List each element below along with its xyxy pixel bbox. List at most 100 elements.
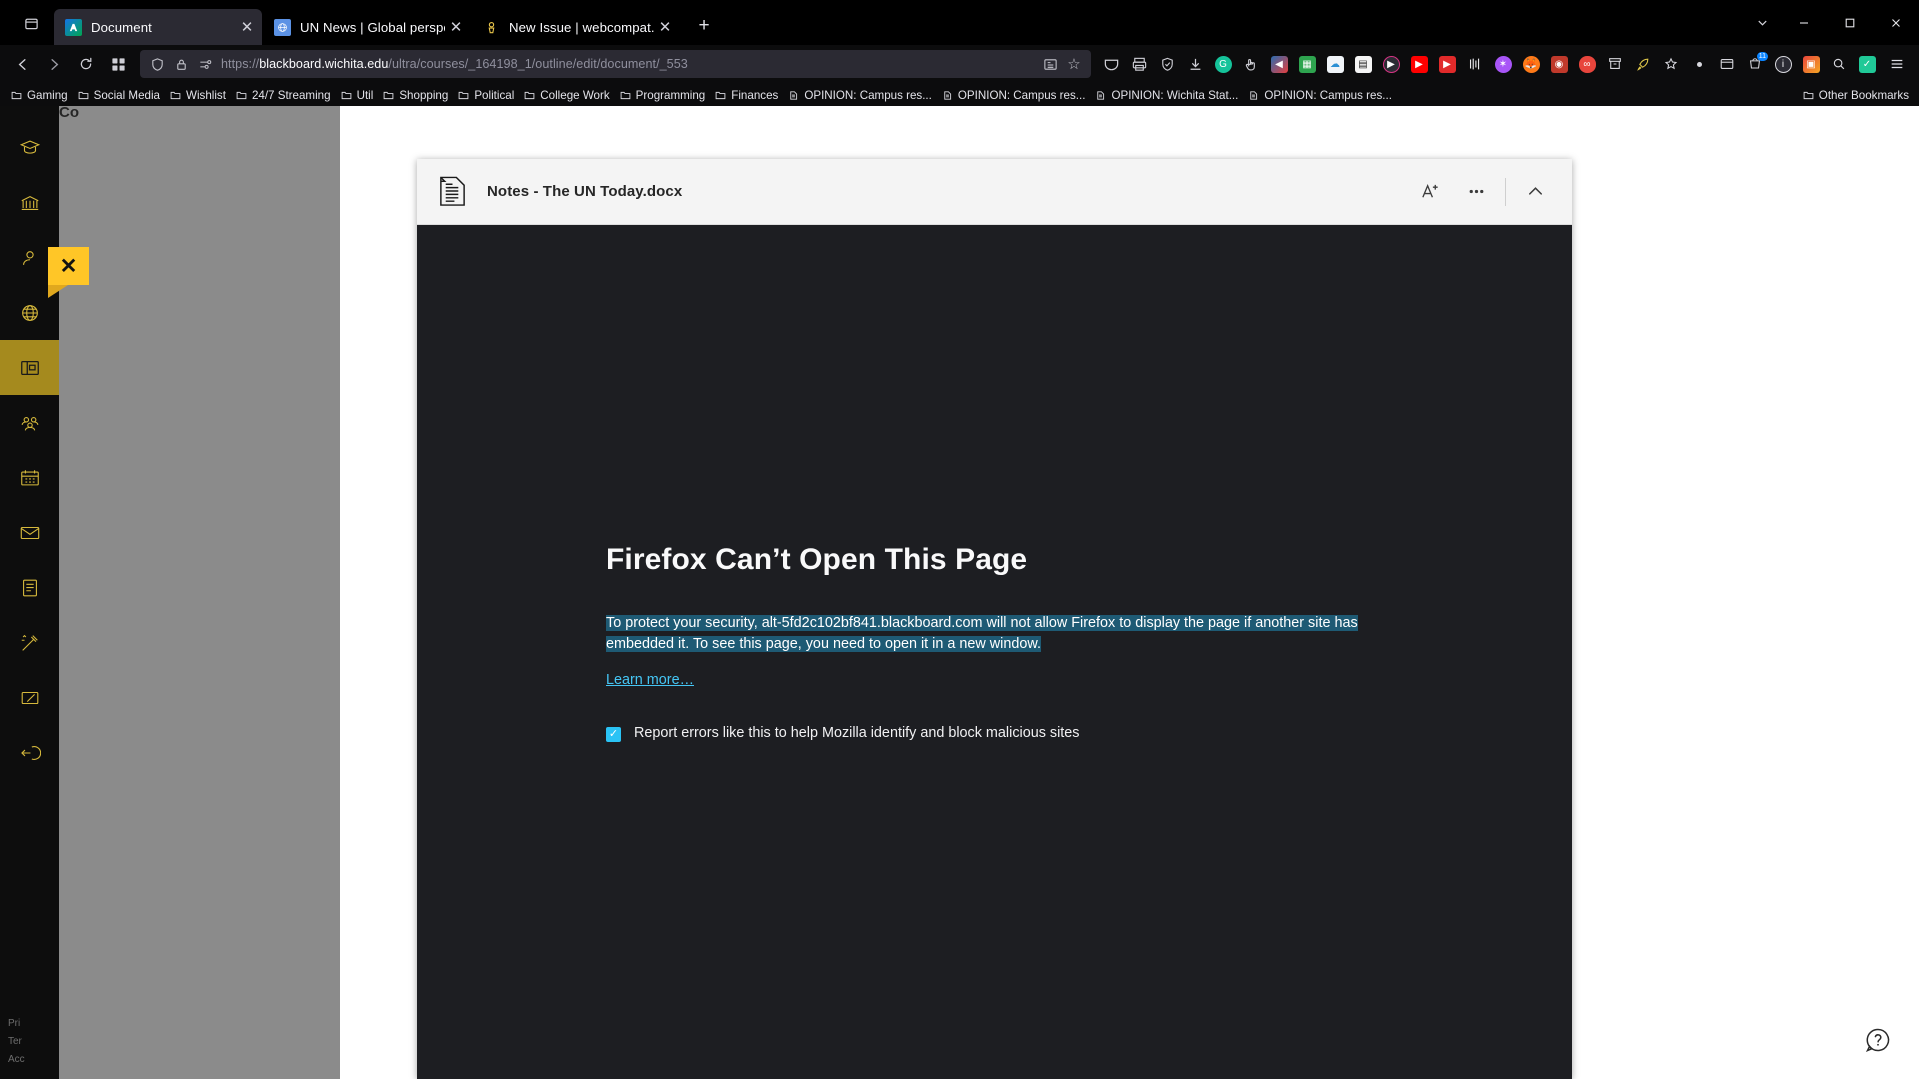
sidebar-item-notes[interactable]	[0, 670, 59, 725]
bookmark-streaming[interactable]: 24/7 Streaming	[231, 87, 336, 104]
extension-play-circle-icon[interactable]: ▶	[1377, 50, 1405, 78]
new-tab-button[interactable]: +	[689, 11, 719, 41]
shield-icon[interactable]	[145, 57, 169, 72]
bookmark-programming[interactable]: Programming	[615, 87, 711, 104]
bookmark-label: College Work	[540, 89, 610, 102]
back-button[interactable]	[6, 49, 38, 79]
learn-more-link[interactable]: Learn more…	[606, 672, 694, 688]
maximize-button[interactable]	[1827, 0, 1873, 45]
permissions-icon[interactable]	[193, 57, 217, 72]
footer-accessibility[interactable]: Acc	[8, 1051, 59, 1069]
extension-pocket-icon[interactable]	[1097, 50, 1125, 78]
sidebar-item-courses[interactable]	[0, 340, 59, 395]
tab-un-news[interactable]: UN News | Global perspective H ✕	[263, 9, 471, 45]
page-icon	[1095, 90, 1106, 101]
extension-search-icon[interactable]	[1825, 50, 1853, 78]
close-panel-button[interactable]: ✕	[48, 247, 89, 298]
sidebar-item-grades[interactable]	[0, 560, 59, 615]
extension-snowflake-icon[interactable]: ✶	[1489, 50, 1517, 78]
extension-camera-icon[interactable]: ◉	[1545, 50, 1573, 78]
sidebar-item-messages[interactable]	[0, 505, 59, 560]
extension-printer-icon[interactable]	[1125, 50, 1153, 78]
app-menu-button[interactable]	[1881, 49, 1913, 79]
close-icon[interactable]: ✕	[48, 247, 89, 285]
collapse-button[interactable]	[1512, 172, 1558, 212]
folder-icon	[170, 90, 181, 101]
sidebar-item-calendar[interactable]	[0, 450, 59, 505]
page-content: Pri Ter Acc Co ✕ Notes - The UN Today.do…	[0, 106, 1919, 1079]
bookmark-util[interactable]: Util	[336, 87, 379, 104]
tab-title: Document	[91, 19, 152, 35]
bookmark-shopping[interactable]: Shopping	[378, 87, 453, 104]
help-button[interactable]	[1863, 1025, 1893, 1055]
bookmark-wishlist[interactable]: Wishlist	[165, 87, 231, 104]
extension-rocket-icon[interactable]	[1629, 50, 1657, 78]
sidebar-item-institution[interactable]	[0, 175, 59, 230]
extension-hand-icon[interactable]	[1237, 50, 1265, 78]
list-all-tabs-button[interactable]	[14, 6, 48, 40]
extension-download-icon[interactable]	[1181, 50, 1209, 78]
extension-youtube-icon[interactable]: ▶	[1405, 50, 1433, 78]
close-window-button[interactable]	[1873, 0, 1919, 45]
other-bookmarks-label: Other Bookmarks	[1818, 89, 1909, 102]
extension-security-icon[interactable]: ✓	[1853, 50, 1881, 78]
extension-infinity-icon[interactable]: ∞	[1573, 50, 1601, 78]
tab-webcompat[interactable]: New Issue | webcompat.com ✕	[472, 9, 680, 45]
extension-reader-icon[interactable]: ▤	[1349, 50, 1377, 78]
extension-dot-icon[interactable]	[1685, 50, 1713, 78]
extension-equalizer-icon[interactable]	[1461, 50, 1489, 78]
bookmark-star-icon[interactable]: ☆	[1062, 55, 1086, 73]
bookmarks-bar: Gaming Social Media Wishlist 24/7 Stream…	[0, 83, 1919, 108]
extension-shield-check-icon[interactable]	[1153, 50, 1181, 78]
more-options-button[interactable]	[1453, 172, 1499, 212]
extension-image-icon[interactable]: ▣	[1797, 50, 1825, 78]
tab-document[interactable]: Document ✕	[54, 9, 262, 45]
bookmark-finances[interactable]: Finances	[710, 87, 783, 104]
sidebar-item-institution-page[interactable]	[0, 120, 59, 175]
bookmark-label: Finances	[731, 89, 779, 102]
close-icon[interactable]: ✕	[236, 16, 258, 38]
extension-shopping-icon[interactable]: 11	[1741, 50, 1769, 78]
annotate-button[interactable]	[1407, 172, 1453, 212]
footer-terms[interactable]: Ter	[8, 1033, 59, 1051]
sidebar-item-tools[interactable]	[0, 615, 59, 670]
apps-icon[interactable]	[102, 49, 134, 79]
extension-archive-icon[interactable]	[1601, 50, 1629, 78]
address-bar[interactable]: https://blackboard.wichita.edu/ultra/cou…	[140, 50, 1091, 78]
bookmark-gaming[interactable]: Gaming	[6, 87, 73, 104]
bookmark-opinion-3[interactable]: OPINION: Wichita Stat...	[1090, 87, 1243, 104]
forward-button[interactable]	[38, 49, 70, 79]
close-icon[interactable]: ✕	[654, 16, 676, 38]
reader-view-icon[interactable]	[1038, 57, 1062, 72]
bookmark-opinion-4[interactable]: OPINION: Campus res...	[1243, 87, 1397, 104]
bookmark-college-work[interactable]: College Work	[519, 87, 614, 104]
url-text[interactable]: https://blackboard.wichita.edu/ultra/cou…	[217, 57, 1038, 71]
report-errors-checkbox[interactable]: ✓	[606, 727, 621, 742]
reload-button[interactable]	[70, 49, 102, 79]
sidebar-item-organizations[interactable]	[0, 395, 59, 450]
bookmark-label: Programming	[635, 89, 706, 102]
folder-icon	[1803, 90, 1814, 101]
window-controls	[1743, 0, 1919, 45]
bookmark-opinion-1[interactable]: OPINION: Campus res...	[783, 87, 937, 104]
extension-cloud-icon[interactable]: ☁	[1321, 50, 1349, 78]
extension-star-icon[interactable]	[1657, 50, 1685, 78]
close-icon[interactable]: ✕	[445, 16, 467, 38]
extension-fox-icon[interactable]: 🦊	[1517, 50, 1545, 78]
extension-tab-icon[interactable]	[1713, 50, 1741, 78]
chevron-down-icon[interactable]	[1743, 0, 1781, 45]
sidebar-item-sign-out[interactable]	[0, 725, 59, 780]
bookmark-social-media[interactable]: Social Media	[73, 87, 165, 104]
lock-icon[interactable]	[169, 58, 193, 71]
report-errors-row[interactable]: ✓ Report errors like this to help Mozill…	[606, 725, 1406, 742]
extension-youtube-alt-icon[interactable]: ▶	[1433, 50, 1461, 78]
footer-privacy[interactable]: Pri	[8, 1015, 59, 1033]
bookmark-political[interactable]: Political	[453, 87, 519, 104]
other-bookmarks-button[interactable]: Other Bookmarks	[1798, 87, 1913, 104]
extension-info-icon[interactable]: i	[1769, 50, 1797, 78]
extension-grammarly-icon[interactable]: G	[1209, 50, 1237, 78]
extension-green-icon[interactable]: ▦	[1293, 50, 1321, 78]
bookmark-opinion-2[interactable]: OPINION: Campus res...	[937, 87, 1091, 104]
extension-megaphone-icon[interactable]: ◀	[1265, 50, 1293, 78]
minimize-button[interactable]	[1781, 0, 1827, 45]
